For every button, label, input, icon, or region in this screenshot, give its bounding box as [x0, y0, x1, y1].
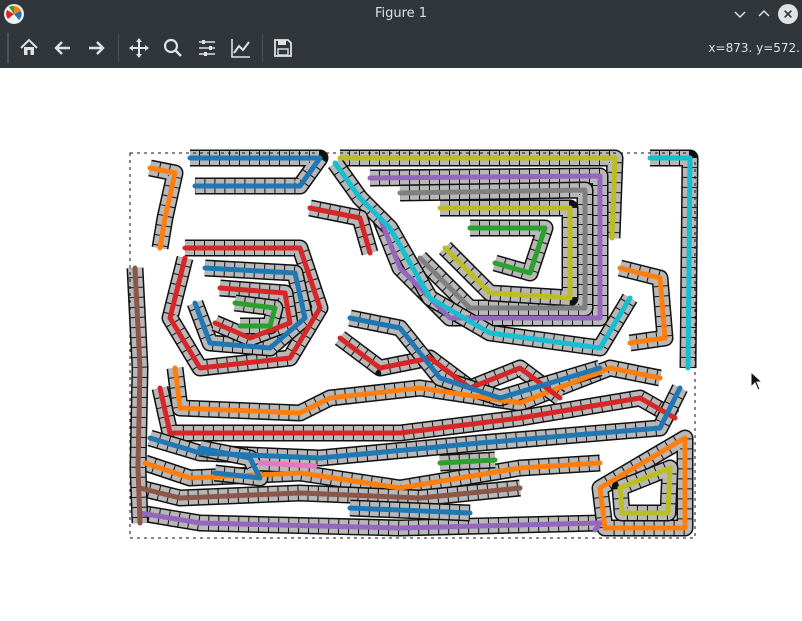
- save-icon: [274, 39, 292, 57]
- sliders-icon: [199, 40, 215, 56]
- close-button[interactable]: [778, 4, 798, 24]
- toolbar-separator: [118, 34, 119, 62]
- move-icon: [129, 38, 149, 58]
- chevron-up-icon: [758, 9, 770, 17]
- colored-line-28: [257, 460, 318, 469]
- navigation-toolbar: x=873. y=572.: [0, 28, 802, 68]
- chevron-down-icon: [734, 11, 746, 19]
- pan-button[interactable]: [123, 32, 155, 64]
- chart-line-icon: [231, 39, 250, 58]
- back-arrow-icon: [54, 41, 70, 55]
- close-icon: [784, 10, 792, 18]
- colored-line-29: [437, 457, 498, 466]
- forward-button[interactable]: [80, 32, 112, 64]
- edit-axes-button[interactable]: [225, 32, 257, 64]
- cursor-coordinates: x=873. y=572.: [708, 41, 800, 55]
- window-title: Figure 1: [374, 6, 428, 21]
- minimize-button[interactable]: [730, 4, 750, 24]
- figure-image: [126, 149, 699, 539]
- home-button[interactable]: [13, 32, 45, 64]
- mouse-cursor-icon: [750, 371, 764, 391]
- zoom-icon: [163, 38, 182, 57]
- window-titlebar: Figure 1: [0, 0, 802, 28]
- toolbar-grip[interactable]: [7, 33, 9, 63]
- zoom-button[interactable]: [157, 32, 189, 64]
- back-button[interactable]: [47, 32, 79, 64]
- forward-arrow-icon: [89, 41, 105, 55]
- toolbar-separator: [262, 34, 263, 62]
- save-button[interactable]: [267, 32, 299, 64]
- maximize-button[interactable]: [754, 4, 774, 24]
- home-icon: [20, 38, 38, 55]
- configure-subplots-button[interactable]: [191, 32, 223, 64]
- figure-canvas[interactable]: [0, 68, 802, 617]
